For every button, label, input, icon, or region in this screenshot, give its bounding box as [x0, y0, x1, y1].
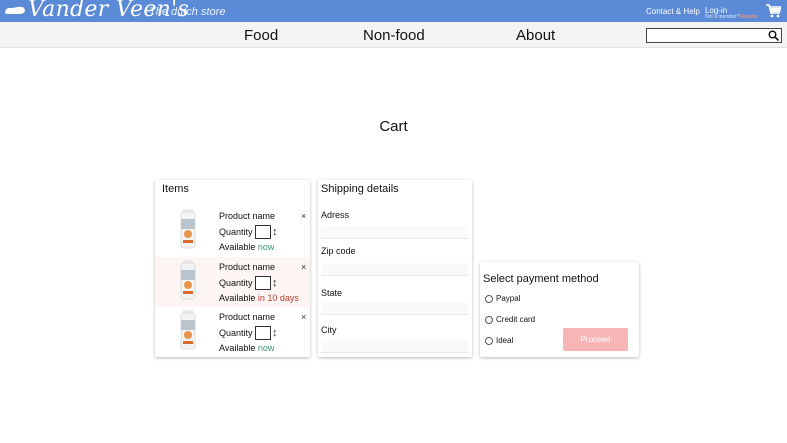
radio-button[interactable]: [485, 336, 493, 345]
search-input[interactable]: [646, 28, 782, 43]
top-bar: Vander Veen's The dutch store Contact & …: [0, 0, 787, 22]
quantity-input[interactable]: [255, 276, 271, 290]
payment-title: Select payment method: [483, 273, 599, 285]
available-label: Available: [219, 242, 256, 252]
nav-item-about[interactable]: About: [516, 27, 555, 44]
search-icon[interactable]: [768, 30, 779, 41]
cart-item: Product name × Quantity ↕ Available now: [155, 206, 310, 256]
quantity-label: Quantity: [219, 328, 253, 338]
up-down-arrows-icon[interactable]: ↕: [272, 276, 278, 290]
proceed-button[interactable]: Proceed: [563, 328, 628, 351]
payment-option-label: Credit card: [496, 315, 536, 324]
not-member-label: Not a member?: [705, 14, 740, 20]
available-label: Available: [219, 343, 256, 353]
address-label: Adress: [321, 210, 350, 220]
cart-item: Product name × Quantity ↕ Available now: [155, 307, 310, 357]
payment-option-credit-card[interactable]: Credit card: [485, 315, 535, 324]
nav-bar: Food Non-food About: [0, 22, 787, 48]
nav-item-food[interactable]: Food: [244, 27, 278, 44]
availability-text: Available now: [219, 343, 274, 353]
contact-help-link[interactable]: Contact & Help: [646, 7, 700, 16]
shipping-details-card: Shipping details Adress Zip code State C…: [318, 180, 472, 357]
product-name[interactable]: Product name: [219, 211, 275, 221]
shipping-title: Shipping details: [321, 183, 399, 195]
availability-value: now: [257, 343, 275, 353]
nav-item-non-food[interactable]: Non-food: [363, 27, 425, 44]
city-field[interactable]: [321, 340, 468, 353]
payment-option-paypal[interactable]: Paypal: [485, 294, 520, 303]
availability-text: Available now: [219, 242, 274, 252]
radio-button[interactable]: [485, 294, 493, 303]
product-image: [180, 260, 196, 300]
available-label: Available: [219, 293, 256, 303]
product-name[interactable]: Product name: [219, 262, 275, 272]
availability-text: Available in 10 days: [219, 293, 299, 303]
zip-code-field[interactable]: [321, 263, 468, 276]
shopping-cart-icon[interactable]: [766, 4, 781, 18]
product-image: [180, 209, 196, 249]
page-title: Cart: [379, 118, 408, 135]
payment-option-label: Ideal: [496, 336, 514, 345]
quantity-label: Quantity: [219, 227, 253, 237]
clog-icon: [5, 6, 25, 14]
state-field[interactable]: [321, 302, 468, 315]
city-label: City: [321, 325, 337, 335]
remove-item-button[interactable]: ×: [301, 211, 306, 221]
remove-item-button[interactable]: ×: [301, 312, 306, 322]
remove-item-button[interactable]: ×: [301, 262, 306, 272]
product-name[interactable]: Product name: [219, 312, 275, 322]
payment-option-label: Paypal: [496, 294, 521, 303]
tagline: The dutch store: [149, 6, 226, 18]
up-down-arrows-icon[interactable]: ↕: [272, 326, 278, 340]
zip-code-label: Zip code: [321, 246, 356, 256]
availability-value: now: [257, 242, 275, 252]
register-link[interactable]: Register: [739, 14, 758, 20]
address-field[interactable]: [321, 226, 468, 239]
payment-option-ideal[interactable]: Ideal: [485, 336, 513, 345]
cart-item: Product name × Quantity ↕ Available in 1…: [155, 257, 310, 307]
quantity-input[interactable]: [255, 326, 271, 340]
items-card: Items Product name × Quantity ↕ Availabl…: [155, 180, 310, 357]
quantity-input[interactable]: [255, 225, 271, 239]
availability-value: in 10 days: [257, 293, 299, 303]
product-image: [180, 310, 196, 350]
items-title: Items: [162, 183, 189, 195]
state-label: State: [321, 288, 343, 298]
up-down-arrows-icon[interactable]: ↕: [272, 225, 278, 239]
payment-method-card: Select payment method Paypal Credit card…: [480, 262, 639, 357]
not-member-text: Not a member?Register: [705, 14, 758, 20]
quantity-label: Quantity: [219, 278, 253, 288]
radio-button[interactable]: [485, 315, 493, 324]
